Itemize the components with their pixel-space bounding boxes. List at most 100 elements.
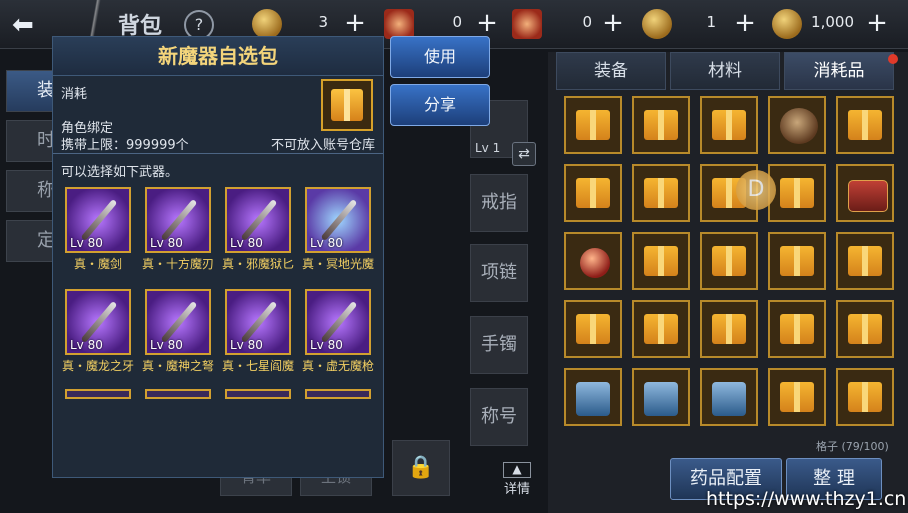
scroll-icon	[384, 9, 414, 39]
slots-count: 格子 (79/100)	[816, 440, 889, 453]
gift-box-icon	[848, 110, 882, 140]
bag-slot[interactable]	[564, 232, 622, 290]
bag-slot[interactable]	[836, 164, 894, 222]
storage-note: 不可放入账号仓库	[270, 138, 375, 153]
bag-slot[interactable]	[700, 300, 758, 358]
add-coin-button[interactable]: +	[340, 9, 370, 39]
d-coin-icon: D	[736, 170, 776, 210]
weapon-option[interactable]: Lv 80	[145, 289, 211, 355]
gem-coin-icon	[772, 9, 802, 39]
bag-slot[interactable]	[700, 368, 758, 426]
equip-slot-title[interactable]: 称号	[470, 388, 528, 446]
choose-text: 可以选择如下武器。	[61, 165, 179, 180]
weapon-level: Lv 80	[230, 236, 263, 250]
resource-value: 0	[452, 13, 462, 31]
weapon-level: Lv 80	[310, 236, 343, 250]
add-gold-button[interactable]: +	[730, 9, 760, 39]
drum-icon	[780, 108, 818, 144]
tab-consumables[interactable]: 消耗品	[784, 52, 894, 90]
chevron-up-icon: ▲	[503, 462, 531, 478]
bag-slot[interactable]	[564, 368, 622, 426]
bag-slot[interactable]	[768, 96, 826, 154]
gift-box-icon	[712, 110, 746, 140]
bag-panel: 装备 材料 消耗品 D 格子 (79/100) 药品配置 整 理	[548, 52, 908, 513]
resource-coin: 3 +	[252, 9, 372, 39]
weapon-name: 真・魔剑	[73, 257, 122, 271]
weapon-level: Lv 80	[150, 236, 183, 250]
gift-box-icon	[576, 110, 610, 140]
weapon-level: Lv 80	[150, 338, 183, 352]
bag-slot[interactable]	[836, 300, 894, 358]
bag-slot[interactable]	[632, 164, 690, 222]
gift-box-icon	[780, 314, 814, 344]
gift-box-icon	[780, 246, 814, 276]
add-ticket-button[interactable]: +	[598, 9, 628, 39]
gauntlet-icon	[240, 300, 278, 344]
weapon-option[interactable]: Lv 80	[145, 187, 211, 253]
bag-slot[interactable]	[632, 300, 690, 358]
bag-slot[interactable]	[564, 96, 622, 154]
weapon-name: 真・虚无魔枪	[301, 359, 374, 373]
weapon-option-partial[interactable]	[305, 389, 371, 399]
detail-label: 详情	[503, 482, 530, 497]
add-gem-button[interactable]: +	[862, 9, 892, 39]
swap-icon[interactable]: ⇄	[512, 142, 536, 166]
gift-box-icon	[712, 246, 746, 276]
bag-slot[interactable]	[632, 368, 690, 426]
dagger-icon	[240, 198, 278, 242]
weapon-option[interactable]: Lv 80	[65, 289, 131, 355]
equip-slot-ring[interactable]: 戒指	[470, 174, 528, 232]
bag-slot[interactable]	[564, 300, 622, 358]
weapon-option[interactable]: Lv 80	[225, 289, 291, 355]
resource-ticket: 0 +	[512, 9, 632, 39]
weapon-option[interactable]: Lv 80	[305, 289, 371, 355]
weapon-option[interactable]: Lv 80	[65, 187, 131, 253]
bag-slot[interactable]	[768, 368, 826, 426]
bag-slot[interactable]	[632, 232, 690, 290]
gift-box-icon	[712, 314, 746, 344]
resource-value: 0	[582, 13, 592, 31]
bag-slot[interactable]	[768, 164, 826, 222]
lock-icon[interactable]: 🔒	[392, 440, 450, 496]
sword-icon	[80, 198, 118, 242]
weapon-name: 真・魔龙之牙	[61, 359, 134, 373]
equip-slot-bracelet[interactable]: 手镯	[470, 316, 528, 374]
present-icon	[576, 382, 610, 416]
bag-slot[interactable]	[700, 232, 758, 290]
orb-icon	[580, 248, 610, 278]
bag-slot[interactable]	[836, 368, 894, 426]
weapon-name: 真・魔神之弩	[141, 359, 214, 373]
bag-slot[interactable]	[836, 232, 894, 290]
tab-equipment[interactable]: 装备	[556, 52, 666, 90]
bag-slot[interactable]	[564, 164, 622, 222]
tab-materials[interactable]: 材料	[670, 52, 780, 90]
detail-button[interactable]: ▲ 详情	[498, 462, 536, 497]
weapon-option[interactable]: Lv 80	[225, 187, 291, 253]
weapon-option-partial[interactable]	[65, 389, 131, 399]
coin-icon	[252, 9, 282, 39]
bag-slot[interactable]	[700, 96, 758, 154]
weapon-option-partial[interactable]	[225, 389, 291, 399]
use-button[interactable]: 使用	[390, 36, 490, 78]
watermark: https://www.thzy1.cn	[706, 488, 907, 510]
resource-value: 1,000	[811, 13, 854, 31]
weapon-name: 真・冥地光魔	[301, 257, 374, 271]
add-scroll-button[interactable]: +	[472, 9, 502, 39]
popup-title: 新魔器自选包	[53, 37, 383, 76]
resource-gold: 1 +	[642, 9, 764, 39]
bag-slot[interactable]	[768, 300, 826, 358]
item-icon	[321, 79, 373, 131]
equip-slot-necklace[interactable]: 项链	[470, 244, 528, 302]
bag-slot[interactable]	[836, 96, 894, 154]
gift-box-icon	[848, 246, 882, 276]
weapon-name: 真・七星阎魔	[221, 359, 294, 373]
treasure-chest-icon	[848, 180, 888, 212]
share-button[interactable]: 分享	[390, 84, 490, 126]
bag-slot[interactable]	[768, 232, 826, 290]
divider	[53, 153, 383, 154]
bag-slot[interactable]	[632, 96, 690, 154]
weapon-option[interactable]: Lv 80	[305, 187, 371, 253]
gift-box-icon	[576, 314, 610, 344]
weapon-option-partial[interactable]	[145, 389, 211, 399]
weapon-level: Lv 1	[475, 141, 501, 155]
